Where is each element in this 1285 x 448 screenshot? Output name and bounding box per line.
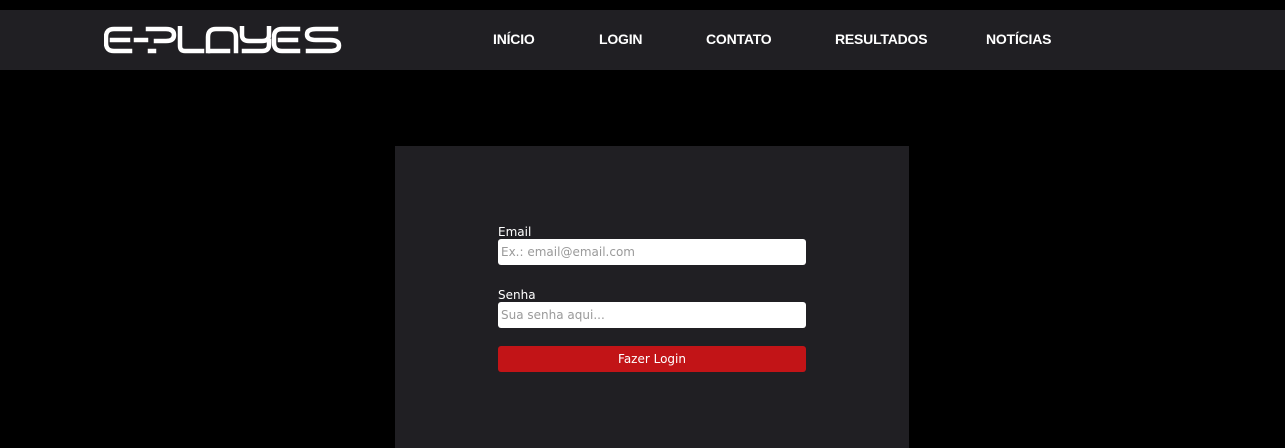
site-logo[interactable] <box>104 26 342 54</box>
login-button[interactable]: Fazer Login <box>498 346 806 372</box>
email-input[interactable] <box>498 239 806 265</box>
nav-item-inicio[interactable]: INÍCIO <box>493 31 535 47</box>
nav-item-contato[interactable]: CONTATO <box>706 31 772 47</box>
email-label: Email <box>498 225 532 239</box>
login-card: Email Senha Fazer Login <box>395 146 909 448</box>
site-header: INÍCIO LOGIN CONTATO RESULTADOS NOTÍCIAS <box>0 10 1285 70</box>
page: INÍCIO LOGIN CONTATO RESULTADOS NOTÍCIAS… <box>0 0 1285 448</box>
password-label: Senha <box>498 288 536 302</box>
nav-item-noticias[interactable]: NOTÍCIAS <box>986 31 1051 47</box>
password-input[interactable] <box>498 302 806 328</box>
top-margin <box>0 0 1285 10</box>
nav-item-login[interactable]: LOGIN <box>599 31 643 47</box>
logo-wordmark-icon <box>104 26 342 54</box>
nav-item-resultados[interactable]: RESULTADOS <box>835 31 928 47</box>
